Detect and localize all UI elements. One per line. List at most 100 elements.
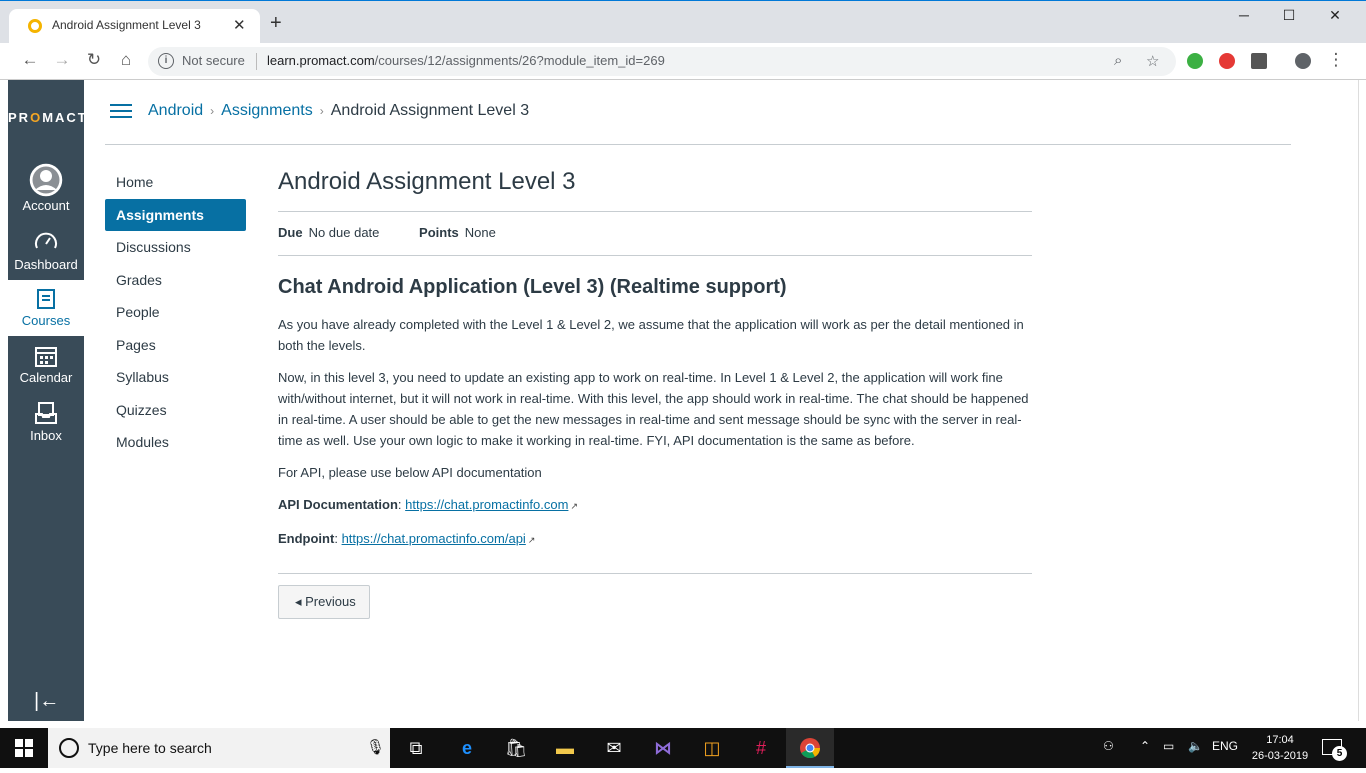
more-menu-icon[interactable]: ⋮ xyxy=(1326,50,1346,70)
courses-icon xyxy=(37,289,55,309)
url-host: learn.promact.com xyxy=(267,53,375,68)
clock-time: 17:04 xyxy=(1266,734,1294,746)
breadcrumb: Android › Assignments › Android Assignment L… xyxy=(148,102,529,120)
footer-divider xyxy=(278,573,1032,574)
course-nav-assignments[interactable]: Assignments xyxy=(105,198,246,231)
course-nav-syllabus[interactable]: Syllabus xyxy=(105,361,246,394)
breadcrumb-course[interactable]: Android xyxy=(148,102,203,119)
description-paragraph: For API, please use below API documentat… xyxy=(278,465,542,480)
endpoint-label: Endpoint xyxy=(278,531,335,546)
home-icon[interactable]: ⌂ xyxy=(116,50,136,70)
people-icon[interactable]: ⚇ xyxy=(1103,739,1114,753)
close-window-button[interactable]: ✕ xyxy=(1312,7,1358,24)
nav-inbox[interactable]: Inbox xyxy=(8,396,84,452)
visual-studio-icon[interactable]: ⋈ xyxy=(639,728,687,768)
avatar-icon xyxy=(29,163,63,197)
window-edge xyxy=(1358,80,1366,721)
assignment-content: Android Assignment Level 3 Due No due dat… xyxy=(278,166,1032,619)
reload-icon[interactable]: ↻ xyxy=(84,50,104,70)
volume-icon[interactable]: 🔈 xyxy=(1188,739,1203,753)
chrome-icon xyxy=(800,738,821,759)
mail-icon[interactable]: ✉ xyxy=(590,728,638,768)
nav-calendar[interactable]: Calendar xyxy=(8,338,84,394)
assignment-details: Due No due date Points None xyxy=(278,212,1032,255)
notification-count-badge: 5 xyxy=(1332,746,1347,761)
api-doc-line: API Documentation: https://chat.promacti… xyxy=(278,497,578,512)
microphone-icon[interactable]: 🎙 xyxy=(366,738,385,756)
search-placeholder: Type here to search xyxy=(88,740,212,756)
points-value: None xyxy=(464,225,496,240)
nav-courses-label: Courses xyxy=(21,313,71,328)
api-doc-link[interactable]: https://chat.promactinfo.com xyxy=(405,497,568,512)
calendar-icon xyxy=(35,347,57,367)
address-bar[interactable]: i Not secure learn.promact.com/courses/1… xyxy=(148,47,1176,76)
close-tab-icon[interactable]: ✕ xyxy=(233,16,246,34)
course-nav-quizzes[interactable]: Quizzes xyxy=(105,394,246,427)
browser-toolbar: ← → ↻ ⌂ i Not secure learn.promact.com/c… xyxy=(0,43,1366,80)
profile-avatar-icon[interactable] xyxy=(1295,53,1311,69)
course-nav-discussions[interactable]: Discussions xyxy=(105,231,246,264)
breadcrumb-current: Android Assignment Level 3 xyxy=(330,102,530,119)
nav-calendar-label: Calendar xyxy=(19,370,73,385)
nav-courses[interactable]: Courses xyxy=(8,280,84,336)
zoom-icon[interactable]: ⌕ xyxy=(1114,52,1122,69)
list-extension-icon[interactable] xyxy=(1251,53,1267,69)
omnibox-divider xyxy=(256,53,257,70)
show-hidden-icons-icon[interactable]: ⌃ xyxy=(1140,739,1150,753)
security-label: Not secure xyxy=(182,53,245,68)
url-text[interactable]: learn.promact.com/courses/12/assignments… xyxy=(267,53,665,68)
nav-account[interactable]: Account xyxy=(8,160,84,218)
language-indicator[interactable]: ENG xyxy=(1212,739,1238,753)
maximize-button[interactable]: ☐ xyxy=(1266,7,1312,24)
chrome-taskbar-button[interactable] xyxy=(786,728,834,768)
description-paragraph: Now, in this level 3, you need to update… xyxy=(278,370,1029,448)
store-icon[interactable]: 🛍 xyxy=(492,728,540,768)
details-divider xyxy=(278,255,1032,256)
file-explorer-icon[interactable]: ▬ xyxy=(541,728,589,768)
nav-account-label: Account xyxy=(22,198,70,213)
nav-inbox-label: Inbox xyxy=(30,428,62,443)
promact-logo[interactable]: PROMACT xyxy=(8,110,86,125)
network-icon[interactable]: ▭ xyxy=(1163,739,1174,753)
block-extension-icon[interactable] xyxy=(1219,53,1235,69)
course-nav-people[interactable]: People xyxy=(105,296,246,329)
endpoint-link[interactable]: https://chat.promactinfo.com/api xyxy=(342,531,526,546)
shield-extension-icon[interactable] xyxy=(1187,53,1203,69)
windows-taskbar: Type here to search 🎙 ⧉ e 🛍 ▬ ✉ ⋈ ◫ # ⚇ … xyxy=(0,728,1366,768)
edge-icon[interactable]: e xyxy=(443,728,491,768)
main-content: Android › Assignments › Android Assignment L… xyxy=(84,80,1358,721)
windows-start-icon[interactable] xyxy=(15,739,33,757)
course-menu-toggle-icon[interactable] xyxy=(110,104,132,118)
browser-tab[interactable]: Android Assignment Level 3 ✕ xyxy=(9,9,260,44)
breadcrumb-assignments[interactable]: Assignments xyxy=(221,102,313,119)
task-view-icon[interactable]: ⧉ xyxy=(392,728,440,768)
nav-dashboard[interactable]: Dashboard xyxy=(8,222,84,278)
favicon-icon xyxy=(28,19,42,33)
app-icon[interactable]: ◫ xyxy=(688,728,736,768)
due-value: No due date xyxy=(308,225,380,240)
course-nav-modules[interactable]: Modules xyxy=(105,426,246,459)
course-nav-home[interactable]: Home xyxy=(105,166,246,199)
course-nav-grades[interactable]: Grades xyxy=(105,264,246,297)
page-title: Android Assignment Level 3 xyxy=(278,168,576,195)
slack-icon[interactable]: # xyxy=(737,728,785,768)
bookmark-star-icon[interactable]: ☆ xyxy=(1146,52,1159,70)
inbox-icon xyxy=(35,402,57,424)
back-arrow-icon[interactable]: ← xyxy=(20,50,40,70)
system-clock[interactable]: 17:04 26-03-2019 xyxy=(1248,732,1312,764)
course-nav-pages[interactable]: Pages xyxy=(105,329,246,362)
external-link-icon: ↗ xyxy=(570,501,578,511)
due-label: Due xyxy=(278,225,303,240)
new-tab-button[interactable]: + xyxy=(270,13,282,33)
external-link-icon: ↗ xyxy=(527,535,536,545)
collapse-nav-icon[interactable]: |← xyxy=(34,690,59,713)
info-icon[interactable]: i xyxy=(158,53,174,69)
browser-tab-strip: Android Assignment Level 3 ✕ + ─ ☐ ✕ xyxy=(0,0,1366,44)
taskbar-search[interactable]: Type here to search 🎙 xyxy=(48,728,390,768)
minimize-button[interactable]: ─ xyxy=(1221,7,1267,23)
previous-button[interactable]: ◂ Previous xyxy=(278,585,370,619)
description-paragraph: As you have already completed with the L… xyxy=(278,317,1024,353)
course-navigation: Home Assignments Discussions Grades Peop… xyxy=(105,166,246,459)
api-doc-label: API Documentation xyxy=(278,497,398,512)
forward-arrow-icon[interactable]: → xyxy=(52,50,72,70)
